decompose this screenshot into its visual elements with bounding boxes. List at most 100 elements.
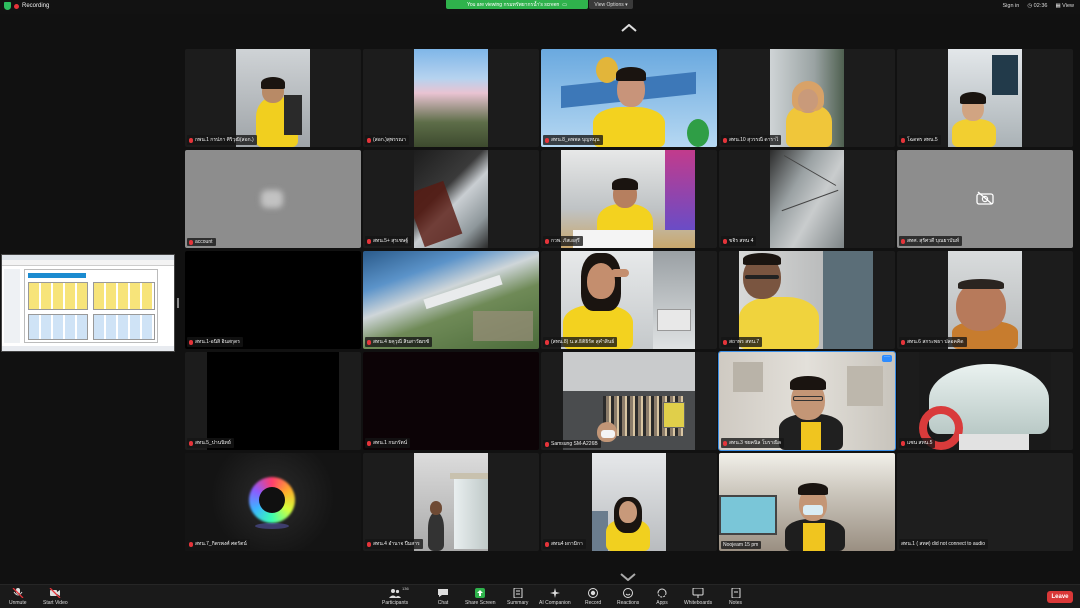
recording-indicator[interactable]: Recording [4,2,49,10]
sparkle-icon [549,588,560,598]
participant-name-label: สทน.7_กิตรพงศ์ ศตรัตน์ [187,539,250,549]
chat-button[interactable]: Chat [437,588,449,606]
unmute-button[interactable]: Unmute [9,588,27,606]
participant-name-label: สทน.1 กนกรัตน์ [365,438,411,448]
participant-tile[interactable]: account [185,150,361,248]
participant-count: 136 [402,586,409,591]
participant-tile[interactable]: สทน.5+ สุรเชษฐ์ [363,150,539,248]
shared-document [24,269,158,343]
muted-mic-icon [901,137,905,143]
participant-name-label: ขจิร สทน 4 [721,236,757,246]
participant-video [719,453,895,551]
view-options-button[interactable]: View Options ▾ [589,0,633,9]
summary-label: Summary [507,600,529,606]
participant-name-label: โฉดพร สทน.5 [899,135,941,145]
shared-window-taskbar [2,346,174,351]
video-off-icon [49,588,61,598]
participant-tile[interactable]: สทน.5_ปานนิทย์ [185,352,361,450]
notes-button[interactable]: Notes [729,588,742,606]
reactions-button[interactable]: Reactions [617,588,639,606]
participant-tile[interactable]: แซน สทน.5 [897,352,1073,450]
participant-tile[interactable]: สทศ. สุรัศวดี บุณยาบันท์ [897,150,1073,248]
summary-icon [513,588,523,598]
participant-name-label: Samsung SM-A226B [543,440,601,448]
muted-mic-icon [723,137,727,143]
participant-name-label: สถาพร สทน.7 [721,337,763,347]
unmute-label: Unmute [9,600,27,606]
participant-tile[interactable]: (สทน.8) น.ส.ธิติธิรัต สุคำสินธ์ [541,251,717,349]
participant-tile[interactable]: Samsung SM-A226B [541,352,717,450]
participant-tile[interactable]: โฉดพร สทน.5 [897,49,1073,147]
participant-video [719,352,895,450]
record-button[interactable]: Record [585,588,601,606]
participant-video [236,49,310,147]
video-grid: กพน.1 กรปภา ศิริวุฒิ(สอก.) (สอก.)สุพรรณา… [185,49,1073,551]
participant-video [414,49,488,147]
meeting-toolbar: Unmute Start Video Participants 136 Chat… [0,584,1080,608]
participant-tile[interactable]: Noojeam 15 pm [719,453,895,551]
participant-name-label: สทน.1 ( สทศ) did not connect to audio [899,539,989,549]
muted-mic-icon [189,440,193,446]
participant-tile[interactable]: ··· สทน.3 ชยคนิล โบราณิล [718,351,896,451]
participant-tile[interactable]: สทน4 ผกามิกา [541,453,717,551]
scroll-up-chevron-icon[interactable] [620,23,638,33]
chat-label: Chat [437,600,449,606]
document-table [28,314,88,340]
summary-button[interactable]: Summary [507,588,528,606]
share-screen-icon [475,588,486,598]
share-screen-label: Share Screen [465,600,496,606]
view-options-label: View Options [594,1,624,8]
participant-tile[interactable]: สทน.6 สกระพธา ปลอคคิด [897,251,1073,349]
muted-mic-icon [545,441,549,447]
view-button[interactable]: ▦ View [1055,3,1074,9]
resize-handle[interactable] [177,298,179,308]
participant-tile[interactable]: สทน.7_กิตรพงศ์ ศตรัตน์ [185,453,361,551]
participant-name-label: สทน.4 อำนาจ ปีมสาร [365,539,423,549]
document-table [28,282,88,310]
muted-mic-icon [189,239,193,245]
participant-video [363,352,539,450]
clock: ◷ 02:36 [1027,3,1047,9]
participant-name-label: สทน.4 ยคุวุณี สินสาวัฒรชั [365,337,433,347]
scroll-down-chevron-icon[interactable] [620,568,638,582]
sign-in-link[interactable]: Sign in [1003,3,1020,9]
participant-video [207,352,339,450]
ai-companion-label: AI Companion [539,600,571,606]
ai-companion-button[interactable]: AI Companion [539,588,571,606]
muted-mic-icon [367,137,371,143]
participant-tile[interactable]: สถาพร สทน.7 [719,251,895,349]
start-video-button[interactable]: Start Video [43,588,68,606]
muted-mic-icon [189,339,193,345]
participant-tile[interactable]: ขจิร สทน 4 [719,150,895,248]
share-screen-button[interactable]: Share Screen [465,588,496,606]
start-video-label: Start Video [43,600,68,606]
participant-tile[interactable]: สทน.1-อนิสิ อินสกุดร [185,251,361,349]
participant-tile[interactable]: กพน.1 กรปภา ศิริวุฒิ(สอก.) [185,49,361,147]
participant-name-label: สทน.6 สกระพธา ปลอคคิด [899,337,967,347]
participant-tile[interactable]: สทน.4 อำนาจ ปีมสาร [363,453,539,551]
participant-tile[interactable]: สทน.8_ดพพล บุญหนุน [541,49,717,147]
document-table [93,282,155,310]
participant-video [541,49,717,147]
muted-mic-icon [545,238,549,244]
participant-tile[interactable]: สทน.1 ( สทศ) did not connect to audio [897,453,1073,551]
participant-tile[interactable]: (สอก.)สุพรรณา [363,49,539,147]
muted-mic-icon [901,440,905,446]
participant-tile[interactable]: สทน.10 สุวรรณี ดาราไ [719,49,895,147]
shared-screen-preview[interactable] [1,254,175,352]
participant-video [185,150,361,248]
participant-tile[interactable]: สทน.1 กนกรัตน์ [363,352,539,450]
participant-tile[interactable]: สทน.4 ยคุวุณี สินสาวัฒรชั [363,251,539,349]
whiteboards-label: Whiteboards [684,600,713,606]
participant-tile[interactable]: กวพ. ภัสเอสุรี [541,150,717,248]
participant-video [948,49,1022,147]
apps-button[interactable]: Apps [656,588,668,606]
leave-button[interactable]: Leave [1047,591,1073,603]
more-options-icon[interactable]: ··· [882,354,892,362]
muted-mic-icon [723,339,727,345]
whiteboards-button[interactable]: Whiteboards [684,588,712,606]
record-dot-icon [14,3,19,9]
apps-icon [657,588,667,598]
participant-name-label: สทน.5_ปานนิทย์ [187,438,234,448]
participant-name-label: สทน.10 สุวรรณี ดาราไ [721,135,782,145]
